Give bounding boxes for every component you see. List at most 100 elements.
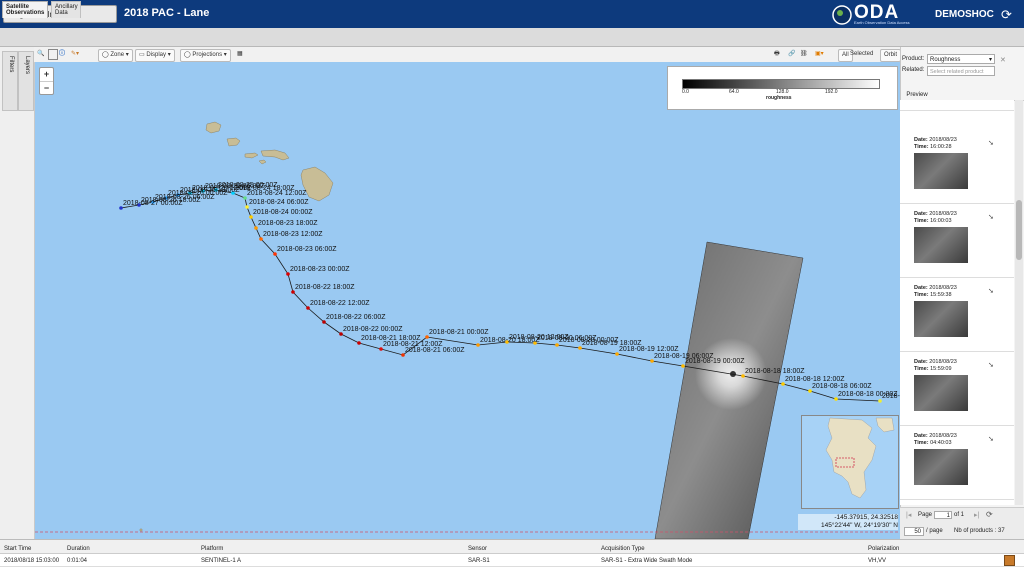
track-label: 2018-08-24 12:00Z bbox=[247, 190, 307, 197]
overview-map[interactable] bbox=[801, 415, 899, 509]
track-label: 2018-08-21 06:00Z bbox=[405, 347, 465, 354]
oda-logo: ODA Earth Observation Data Access DEMOSH… bbox=[830, 2, 1020, 27]
list-item[interactable]: Date: 2018/08/23 Time: 16:00:28 ➘ bbox=[900, 133, 1014, 204]
map-canvas[interactable]: 2018-08-27 00:00Z2018-08-26 18:00Z2018-0… bbox=[35, 62, 900, 539]
column-header[interactable]: Polarization bbox=[868, 543, 899, 556]
related-placeholder: Select related product bbox=[930, 69, 984, 75]
coords-dms: 145°22'44" W, 24°19'30" N bbox=[821, 522, 898, 529]
per-page-label: / page bbox=[926, 528, 943, 534]
link-icon[interactable]: 🔗 bbox=[788, 49, 795, 60]
related-select[interactable]: Select related product bbox=[927, 66, 995, 76]
related-label: Related: bbox=[902, 67, 925, 73]
clear-icon[interactable]: ✕ bbox=[1000, 56, 1006, 64]
column-header[interactable]: Sensor bbox=[468, 543, 487, 556]
info-icon[interactable]: ⓘ bbox=[59, 49, 65, 60]
scrollbar-thumb[interactable] bbox=[1016, 200, 1022, 260]
preview-meta: Date: 2018/08/23 Time: 15:59:38 bbox=[914, 285, 957, 299]
download-icon[interactable] bbox=[1004, 555, 1015, 566]
results-table: Start Time Duration Platform Sensor Acqu… bbox=[0, 539, 1024, 577]
track-label: 2018-08-22 12:00Z bbox=[310, 300, 370, 307]
display-dropdown[interactable]: ▭ Display ▾ bbox=[135, 49, 175, 62]
column-header[interactable]: Duration bbox=[67, 543, 90, 556]
zoom-in-button[interactable]: + bbox=[40, 68, 53, 82]
colorbar-tick: 0.0 bbox=[682, 89, 689, 95]
column-header[interactable]: Acquisition Type bbox=[601, 543, 645, 556]
projections-dropdown[interactable]: ◯ Projections ▾ bbox=[180, 49, 231, 62]
projections-label: Projections bbox=[192, 52, 223, 58]
preview-meta: Date: 2018/08/23 Time: 15:59:09 bbox=[914, 359, 957, 373]
colorbar-label: roughness bbox=[766, 95, 792, 101]
table-cell: 0:01:04 bbox=[67, 558, 88, 564]
preview-date: 2018/08/23 bbox=[929, 433, 957, 439]
map-view[interactable]: 2018-08-27 00:00Z 2018-08-26 18:00Z 2018-0… bbox=[35, 62, 900, 539]
column-header[interactable]: Start Time bbox=[4, 543, 31, 556]
track-label: 2018-08-18 06:00Z bbox=[812, 383, 872, 390]
list-item[interactable] bbox=[900, 100, 1014, 111]
zoom-out-button[interactable]: − bbox=[40, 82, 53, 95]
preview-thumbnail[interactable] bbox=[914, 375, 968, 411]
table-cell: VH,VV bbox=[868, 558, 887, 564]
track-label: 2018-08-23 12:00Z bbox=[263, 231, 323, 238]
tab-preview[interactable]: Preview bbox=[902, 90, 932, 100]
track-label: 2018-08-22 18:00Z bbox=[295, 284, 355, 291]
filters-tab[interactable]: Filters bbox=[2, 51, 18, 111]
tab-ancillary-data[interactable]: Ancillary Data bbox=[51, 1, 81, 18]
list-item[interactable]: Date: 2018/08/23 Time: 15:59:38 ➘ bbox=[900, 281, 1014, 352]
track-label: 2018-08-18 12:00Z bbox=[785, 376, 845, 383]
list-item[interactable]: Date: 2018/08/23 Time: 15:59:09 ➘ bbox=[900, 355, 1014, 426]
preview-time: 15:59:09 bbox=[930, 366, 952, 372]
preview-scrollbar[interactable] bbox=[1015, 100, 1023, 505]
list-item[interactable]: Date: 2018/08/23 Time: 04:40:03 ➘ bbox=[900, 429, 1014, 500]
locate-arrow-icon[interactable]: ➘ bbox=[988, 139, 994, 147]
colorbar-tick: 192.0 bbox=[825, 89, 838, 95]
column-header[interactable]: Platform bbox=[201, 543, 223, 556]
locate-arrow-icon[interactable]: ➘ bbox=[988, 213, 994, 221]
preview-date: 2018/08/23 bbox=[929, 285, 957, 291]
orbit-button[interactable]: Orbit bbox=[880, 49, 902, 62]
preview-thumbnail[interactable] bbox=[914, 449, 968, 485]
select-tool-icon[interactable] bbox=[48, 49, 58, 60]
product-label: Product: bbox=[902, 56, 925, 62]
zoom-tool-icon[interactable]: 🔍 bbox=[37, 49, 44, 60]
locate-arrow-icon[interactable]: ➘ bbox=[988, 435, 994, 443]
refresh-icon[interactable]: ⟳ bbox=[986, 510, 993, 519]
locate-arrow-icon[interactable]: ➘ bbox=[988, 361, 994, 369]
user-name: DEMOSHOC bbox=[935, 9, 994, 20]
selected-button[interactable]: Selected bbox=[850, 49, 873, 60]
preview-thumbnail[interactable] bbox=[914, 301, 968, 337]
time-label: Time: bbox=[914, 366, 929, 372]
time-label: Time: bbox=[914, 440, 929, 446]
print-icon[interactable]: 🖶 bbox=[774, 49, 780, 60]
zone-dropdown[interactable]: ◯ Zone ▾ bbox=[98, 49, 133, 62]
tab-satellite-observations[interactable]: Satellite Observations bbox=[2, 1, 48, 18]
per-page-input[interactable]: 50 bbox=[904, 527, 924, 536]
time-label: Time: bbox=[914, 218, 929, 224]
next-page-icon[interactable]: ▸| bbox=[974, 511, 979, 519]
table-cell: SENTINEL-1 A bbox=[201, 558, 242, 564]
preview-thumbnail[interactable] bbox=[914, 153, 968, 189]
list-item[interactable]: Date: 2018/08/23 Time: 16:00:03 ➘ bbox=[900, 207, 1014, 278]
preview-thumbnail[interactable] bbox=[914, 227, 968, 263]
measure-icon[interactable]: ✎▾ bbox=[71, 49, 79, 60]
locate-arrow-icon[interactable]: ➘ bbox=[988, 287, 994, 295]
time-label: Time: bbox=[914, 144, 929, 150]
rss-icon[interactable]: ▣▾ bbox=[815, 49, 824, 60]
display-label: Display bbox=[146, 52, 167, 58]
page-input[interactable]: 1 bbox=[934, 511, 952, 519]
logo-subtitle: Earth Observation Data Access bbox=[854, 20, 910, 25]
logout-icon[interactable]: ⟳ bbox=[1001, 7, 1012, 23]
date-label: Date: bbox=[914, 433, 928, 439]
page-of-label: of 1 bbox=[954, 512, 965, 518]
zoom-control: + − bbox=[39, 67, 54, 95]
first-page-icon[interactable]: |◂ bbox=[906, 511, 911, 519]
grid-icon[interactable]: ▦ bbox=[237, 49, 243, 60]
map-toolbar: 🔍 ⓘ ✎▾ ◯ Zone ▾ ▭ Display ▾ ◯ Projection… bbox=[34, 47, 902, 63]
preview-time: 04:40:03 bbox=[930, 440, 952, 446]
preview-time: 16:00:28 bbox=[930, 144, 952, 150]
layers-tab[interactable]: Layers bbox=[18, 51, 34, 111]
product-select[interactable]: Roughness ▾ bbox=[927, 54, 995, 64]
filters-label: Filters bbox=[8, 56, 14, 73]
unlink-icon[interactable]: ⛓ bbox=[800, 49, 808, 60]
track-label: 2018-08-18 18:00Z bbox=[745, 368, 805, 375]
sar-swath-image[interactable] bbox=[654, 241, 804, 539]
